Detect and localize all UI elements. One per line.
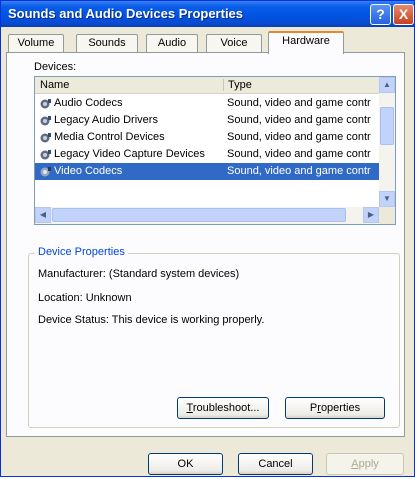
- close-button[interactable]: X: [393, 4, 414, 25]
- apply-label: pply: [358, 458, 379, 470]
- scroll-up-arrow-icon[interactable]: ▲: [379, 77, 395, 93]
- device-name: Legacy Audio Drivers: [54, 114, 158, 126]
- list-item[interactable]: Legacy Video Capture Devices Sound, vide…: [35, 146, 379, 163]
- audio-device-icon: [40, 133, 51, 143]
- ok-button[interactable]: OK: [148, 453, 223, 475]
- device-type: Sound, video and game contr: [227, 114, 371, 126]
- tab-volume[interactable]: Volume: [8, 34, 64, 52]
- device-name: Media Control Devices: [54, 131, 165, 143]
- properties-button[interactable]: Properties: [285, 397, 385, 419]
- list-header: Name Type: [35, 77, 379, 94]
- device-name: Audio Codecs: [54, 97, 123, 109]
- window-title: Sounds and Audio Devices Properties: [8, 6, 244, 21]
- tab-audio[interactable]: Audio: [146, 34, 198, 52]
- device-type: Sound, video and game contr: [227, 97, 371, 109]
- scroll-down-arrow-icon[interactable]: ▼: [379, 191, 395, 207]
- troubleshoot-button[interactable]: Troubleshoot...: [177, 397, 269, 419]
- devices-list[interactable]: Name Type Audio Codecs Sound, video and …: [34, 76, 396, 225]
- audio-device-icon: [40, 116, 51, 126]
- audio-device-icon: [40, 99, 51, 109]
- title-bar[interactable]: Sounds and Audio Devices Properties ? X: [1, 1, 414, 27]
- horizontal-scrollbar[interactable]: ◀ ▶: [35, 207, 379, 224]
- device-properties-legend: Device Properties: [35, 246, 128, 258]
- devices-label: Devices:: [34, 61, 77, 73]
- device-name: Video Codecs: [54, 165, 123, 177]
- horizontal-scroll-thumb[interactable]: [52, 208, 346, 222]
- device-type: Sound, video and game contr: [227, 165, 371, 177]
- column-header-name[interactable]: Name: [40, 79, 69, 91]
- tab-sounds[interactable]: Sounds: [76, 34, 138, 52]
- audio-device-icon: [40, 150, 51, 160]
- list-item[interactable]: Audio Codecs Sound, video and game contr: [35, 95, 379, 112]
- tab-strip: Volume Sounds Audio Voice Hardware: [6, 31, 406, 54]
- list-item[interactable]: Media Control Devices Sound, video and g…: [35, 129, 379, 146]
- cancel-button[interactable]: Cancel: [238, 453, 313, 475]
- tab-voice[interactable]: Voice: [206, 34, 262, 52]
- vertical-scrollbar[interactable]: ▲ ▼: [379, 77, 395, 207]
- apply-mnemonic: A: [351, 458, 359, 470]
- device-type: Sound, video and game contr: [227, 131, 371, 143]
- properties-label: operties: [320, 402, 361, 414]
- audio-device-icon: [40, 167, 51, 177]
- device-name: Legacy Video Capture Devices: [54, 148, 205, 160]
- column-header-type[interactable]: Type: [228, 79, 252, 91]
- list-item[interactable]: Legacy Audio Drivers Sound, video and ga…: [35, 112, 379, 129]
- list-item-selected[interactable]: Video Codecs Sound, video and game contr: [35, 163, 379, 180]
- scroll-left-arrow-icon[interactable]: ◀: [35, 207, 51, 223]
- vertical-scroll-thumb[interactable]: [380, 107, 394, 145]
- troubleshoot-label: roubleshoot...: [192, 402, 260, 414]
- apply-button[interactable]: Apply: [326, 453, 404, 475]
- device-status-text: Device Status: This device is working pr…: [38, 314, 265, 326]
- device-type: Sound, video and game contr: [227, 148, 371, 160]
- manufacturer-text: Manufacturer: (Standard system devices): [38, 268, 240, 280]
- close-icon: X: [398, 6, 409, 22]
- scroll-right-arrow-icon[interactable]: ▶: [363, 207, 379, 223]
- tab-hardware[interactable]: Hardware: [268, 31, 344, 54]
- column-separator[interactable]: [223, 79, 224, 91]
- help-icon: ?: [376, 6, 385, 22]
- scrollbar-corner: [379, 207, 395, 224]
- help-button[interactable]: ?: [370, 4, 391, 25]
- location-text: Location: Unknown: [38, 292, 132, 304]
